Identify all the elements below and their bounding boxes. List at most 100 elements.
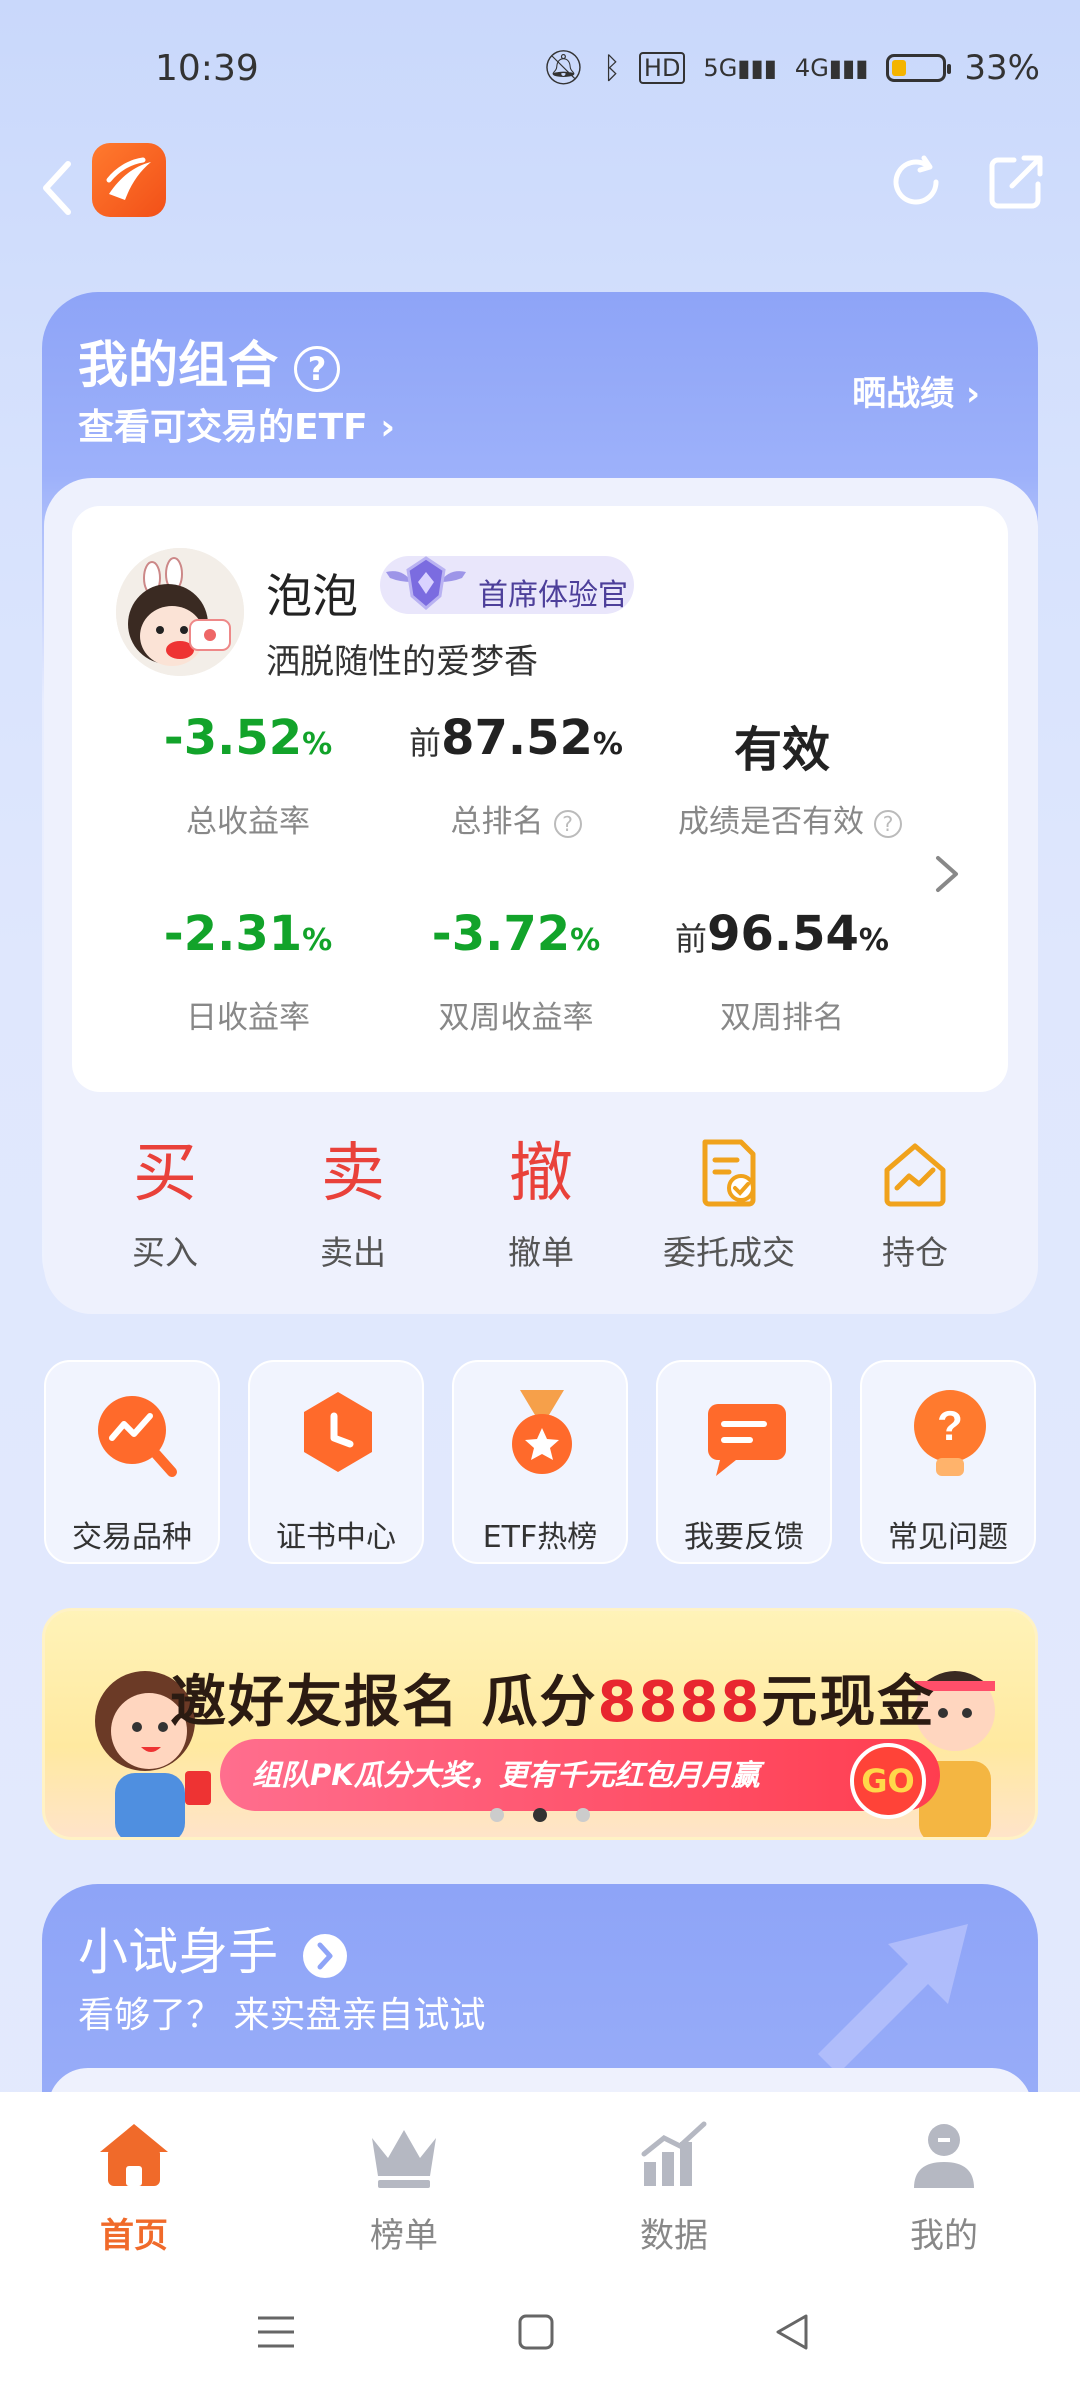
menu-icon[interactable]: [254, 2310, 298, 2354]
medal-star-icon: [512, 1390, 572, 1474]
total-rank-value: 前87.52%: [409, 710, 623, 766]
positions-button[interactable]: 持仓: [840, 1136, 990, 1274]
validity-label: 成绩是否有效?: [640, 796, 940, 841]
tile-faq[interactable]: ? 常见问题: [860, 1360, 1036, 1564]
show-record-button[interactable]: 晒战绩 ›: [852, 366, 980, 415]
carousel-dot-active[interactable]: [533, 1808, 547, 1822]
positions-label: 持仓: [882, 1233, 948, 1272]
total-return-value: -3.52%: [163, 710, 333, 766]
sell-button[interactable]: 卖 卖出: [278, 1136, 428, 1274]
app-logo-icon: [106, 157, 151, 200]
portfolio-title-text: 我的组合: [78, 336, 278, 394]
tile-etf-hot-list[interactable]: ETF热榜: [452, 1360, 628, 1564]
refresh-icon[interactable]: [884, 150, 948, 214]
tab-home-label: 首页: [100, 2216, 168, 2256]
bluetooth-icon: ᛒ: [602, 50, 621, 86]
status-bar: 10:39 🔕︎ ᛒ HD 5G▮▮▮ 4G▮▮▮ 33%: [0, 0, 1080, 130]
cancel-order-icon: 撤: [509, 1137, 573, 1211]
back-arrow-icon[interactable]: [38, 158, 78, 218]
daily-return-label: 日收益率: [186, 1000, 310, 1036]
trend-search-icon: [98, 1396, 177, 1477]
tab-data-label: 数据: [640, 2216, 708, 2256]
tab-profile[interactable]: 我的: [854, 2118, 1034, 2257]
biweekly-return-value: -3.72%: [431, 906, 601, 962]
tile-label: 证书中心: [276, 1520, 396, 1555]
crown-icon: [372, 2130, 436, 2188]
carousel-dot[interactable]: [576, 1808, 590, 1822]
show-record-label: 晒战绩: [852, 374, 955, 414]
cancel-order-button[interactable]: 撤 撤单: [466, 1136, 616, 1274]
question-icon[interactable]: ?: [553, 809, 582, 838]
share-icon[interactable]: [984, 150, 1048, 214]
tile-certificate-center[interactable]: 证书中心: [248, 1360, 424, 1564]
signal-5g-icon: 5G▮▮▮: [703, 54, 777, 82]
portfolio-title: 我的组合?: [78, 325, 340, 397]
banner-subtitle: 组队PK瓜分大奖，更有千元红包月月赢: [220, 1739, 940, 1811]
clock-hexagon-icon: [304, 1392, 372, 1472]
sell-icon: 卖: [321, 1137, 385, 1211]
chevron-right-icon: ›: [380, 407, 396, 448]
tile-feedback[interactable]: 我要反馈: [656, 1360, 832, 1564]
battery-icon: [886, 54, 952, 82]
arrow-decoration-icon: [818, 1924, 968, 2074]
buy-icon: 买: [133, 1137, 197, 1211]
total-rank-label: 总排名?: [366, 796, 666, 841]
banner-title: 邀好友报名 瓜分8888元现金: [170, 1670, 936, 1735]
try-section-subtitle: 看够了？ 来实盘亲自试试: [78, 1995, 486, 2036]
app-logo: [92, 143, 166, 217]
hd-icon: HD: [638, 52, 686, 84]
tab-rankings-label: 榜单: [370, 2216, 438, 2256]
biweekly-rank-value: 前96.54%: [675, 906, 889, 962]
biweekly-rank-label: 双周排名: [720, 1000, 844, 1036]
tradable-etf-label: 查看可交易的ETF: [78, 407, 368, 448]
status-icons: 🔕︎ ᛒ HD 5G▮▮▮ 4G▮▮▮ 33%: [542, 48, 1040, 88]
question-icon[interactable]: ?: [874, 809, 902, 838]
document-check-icon: [654, 1136, 804, 1212]
daily-return-value: -2.31%: [163, 906, 333, 962]
buy-button[interactable]: 买 买入: [90, 1136, 240, 1274]
tab-data[interactable]: 数据: [584, 2118, 764, 2257]
total-return-label: 总收益率: [186, 804, 310, 840]
home-square-icon[interactable]: [514, 2310, 558, 2354]
chevron-right-icon: ›: [965, 374, 980, 414]
tab-rankings[interactable]: 榜单: [314, 2118, 494, 2257]
home-icon: [100, 2124, 168, 2186]
avatar-illustration-icon: [116, 548, 244, 676]
chat-bubble-icon: [708, 1404, 786, 1476]
tile-label: ETF热榜: [482, 1520, 598, 1555]
orders-trades-button[interactable]: 委托成交: [654, 1136, 804, 1274]
cancel-order-label: 撤单: [508, 1233, 574, 1272]
arrow-circle-icon: [302, 1933, 347, 1978]
tab-profile-label: 我的: [910, 2216, 978, 2256]
tradable-etf-link[interactable]: 查看可交易的ETF ›: [78, 398, 395, 450]
tile-label: 交易品种: [72, 1520, 192, 1555]
question-bulb-icon: ?: [914, 1390, 986, 1476]
back-triangle-icon[interactable]: [770, 2310, 814, 2354]
help-icon[interactable]: ?: [294, 345, 340, 392]
carousel-dot[interactable]: [490, 1808, 504, 1822]
house-chart-icon: [840, 1136, 990, 1212]
user-name: 泡泡: [266, 569, 358, 623]
svg-text:?: ?: [937, 1402, 963, 1449]
battery-percent: 33%: [964, 48, 1040, 88]
user-signature: 洒脱随性的爱梦香: [266, 642, 538, 682]
buy-label: 买入: [132, 1233, 198, 1272]
top-nav-bar: [0, 130, 1080, 245]
biweekly-return-label: 双周收益率: [438, 1000, 594, 1036]
user-badge-label: 首席体验官: [478, 578, 628, 613]
validity-value: 有效: [733, 722, 830, 778]
try-section-title[interactable]: 小试身手: [78, 1912, 348, 1984]
banner-go-button[interactable]: GO: [850, 1743, 926, 1819]
tab-home[interactable]: 首页: [44, 2118, 224, 2257]
badge-wings-icon: [386, 556, 466, 610]
promo-banner[interactable]: 邀好友报名 瓜分8888元现金 组队PK瓜分大奖，更有千元红包月月赢 GO: [42, 1608, 1038, 1840]
stats-next-chevron-icon[interactable]: [930, 852, 964, 896]
tile-trading-varieties[interactable]: 交易品种: [44, 1360, 220, 1564]
try-section-title-text: 小试身手: [78, 1923, 278, 1981]
status-time: 10:39: [155, 48, 259, 89]
user-icon: [914, 2124, 974, 2188]
mute-icon: 🔕︎: [541, 48, 585, 88]
orders-trades-label: 委托成交: [663, 1233, 795, 1272]
avatar[interactable]: [116, 548, 244, 676]
tile-label: 常见问题: [888, 1520, 1008, 1555]
